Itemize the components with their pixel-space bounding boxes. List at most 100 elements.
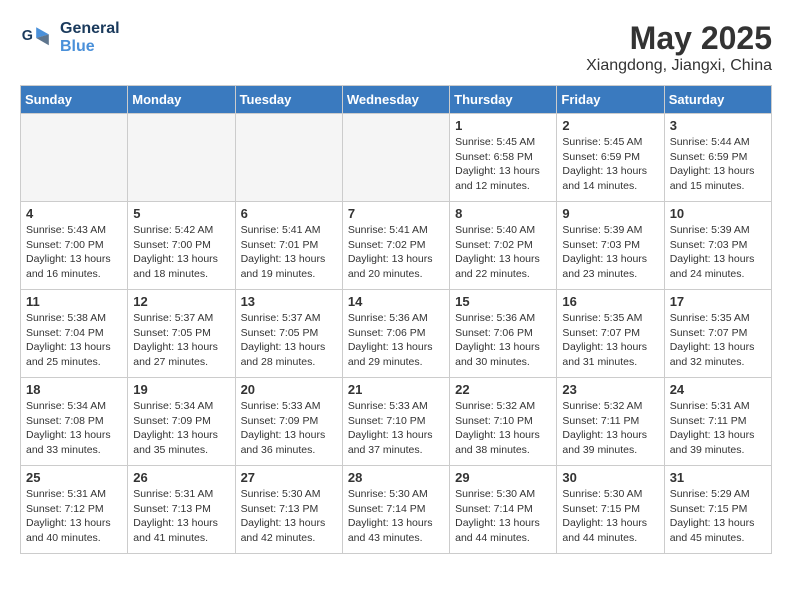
svg-text:G: G bbox=[22, 28, 33, 44]
day-number: 8 bbox=[455, 206, 551, 221]
day-number: 2 bbox=[562, 118, 658, 133]
calendar-cell: 19 Sunrise: 5:34 AM Sunset: 7:09 PM Dayli… bbox=[128, 378, 235, 466]
day-info: Sunrise: 5:39 AM Sunset: 7:03 PM Dayligh… bbox=[562, 223, 658, 282]
weekday-header-row: SundayMondayTuesdayWednesdayThursdayFrid… bbox=[21, 86, 772, 114]
calendar-cell: 18 Sunrise: 5:34 AM Sunset: 7:08 PM Dayli… bbox=[21, 378, 128, 466]
day-number: 5 bbox=[133, 206, 229, 221]
day-number: 18 bbox=[26, 382, 122, 397]
calendar-cell: 17 Sunrise: 5:35 AM Sunset: 7:07 PM Dayli… bbox=[664, 290, 771, 378]
day-info: Sunrise: 5:30 AM Sunset: 7:14 PM Dayligh… bbox=[455, 487, 551, 546]
calendar-cell: 23 Sunrise: 5:32 AM Sunset: 7:11 PM Dayli… bbox=[557, 378, 664, 466]
day-number: 24 bbox=[670, 382, 766, 397]
calendar-cell: 5 Sunrise: 5:42 AM Sunset: 7:00 PM Daylig… bbox=[128, 202, 235, 290]
location: Xiangdong, Jiangxi, China bbox=[586, 57, 772, 75]
logo-blue: Blue bbox=[60, 38, 95, 55]
calendar-cell: 27Sunrise: 5:30 AM Sunset: 7:13 PM Dayli… bbox=[235, 466, 342, 554]
day-number: 10 bbox=[670, 206, 766, 221]
day-info: Sunrise: 5:29 AM Sunset: 7:15 PM Dayligh… bbox=[670, 487, 766, 546]
day-number: 4 bbox=[26, 206, 122, 221]
day-number: 27 bbox=[241, 470, 337, 485]
day-info: Sunrise: 5:44 AM Sunset: 6:59 PM Dayligh… bbox=[670, 135, 766, 194]
day-info: Sunrise: 5:32 AM Sunset: 7:11 PM Dayligh… bbox=[562, 399, 658, 458]
calendar-cell: 15 Sunrise: 5:36 AM Sunset: 7:06 PM Dayli… bbox=[450, 290, 557, 378]
calendar-cell: 16 Sunrise: 5:35 AM Sunset: 7:07 PM Dayli… bbox=[557, 290, 664, 378]
calendar-cell: 31 Sunrise: 5:29 AM Sunset: 7:15 PM Dayli… bbox=[664, 466, 771, 554]
day-info: Sunrise: 5:35 AM Sunset: 7:07 PM Dayligh… bbox=[670, 311, 766, 370]
day-number: 23 bbox=[562, 382, 658, 397]
logo-general: General bbox=[60, 20, 120, 37]
calendar-cell: 2Sunrise: 5:45 AM Sunset: 6:59 PM Daylig… bbox=[557, 114, 664, 202]
weekday-header-friday: Friday bbox=[557, 86, 664, 114]
calendar-cell: 26Sunrise: 5:31 AM Sunset: 7:13 PM Dayli… bbox=[128, 466, 235, 554]
day-number: 17 bbox=[670, 294, 766, 309]
calendar-cell: 6 Sunrise: 5:41 AM Sunset: 7:01 PM Daylig… bbox=[235, 202, 342, 290]
day-number: 6 bbox=[241, 206, 337, 221]
calendar-cell: 14 Sunrise: 5:36 AM Sunset: 7:06 PM Dayli… bbox=[342, 290, 449, 378]
day-number: 15 bbox=[455, 294, 551, 309]
weekday-header-sunday: Sunday bbox=[21, 86, 128, 114]
day-number: 1 bbox=[455, 118, 551, 133]
day-info: Sunrise: 5:34 AM Sunset: 7:08 PM Dayligh… bbox=[26, 399, 122, 458]
week-row-1: 1 Sunrise: 5:45 AM Sunset: 6:58 PM Daylig… bbox=[21, 114, 772, 202]
calendar-cell: 30 Sunrise: 5:30 AM Sunset: 7:15 PM Dayli… bbox=[557, 466, 664, 554]
calendar-cell: 8 Sunrise: 5:40 AM Sunset: 7:02 PM Daylig… bbox=[450, 202, 557, 290]
calendar-cell: 12 Sunrise: 5:37 AM Sunset: 7:05 PM Dayli… bbox=[128, 290, 235, 378]
day-number: 30 bbox=[562, 470, 658, 485]
week-row-5: 25 Sunrise: 5:31 AM Sunset: 7:12 PM Dayli… bbox=[21, 466, 772, 554]
day-number: 21 bbox=[348, 382, 444, 397]
day-info: Sunrise: 5:30 AM Sunset: 7:14 PM Dayligh… bbox=[348, 487, 444, 546]
calendar-cell: 7Sunrise: 5:41 AM Sunset: 7:02 PM Daylig… bbox=[342, 202, 449, 290]
calendar-cell bbox=[21, 114, 128, 202]
day-number: 7 bbox=[348, 206, 444, 221]
calendar-cell bbox=[128, 114, 235, 202]
day-number: 28 bbox=[348, 470, 444, 485]
day-number: 31 bbox=[670, 470, 766, 485]
day-number: 16 bbox=[562, 294, 658, 309]
week-row-4: 18 Sunrise: 5:34 AM Sunset: 7:08 PM Dayli… bbox=[21, 378, 772, 466]
calendar-cell: 11 Sunrise: 5:38 AM Sunset: 7:04 PM Dayli… bbox=[21, 290, 128, 378]
calendar-table: SundayMondayTuesdayWednesdayThursdayFrid… bbox=[20, 85, 772, 554]
day-number: 25 bbox=[26, 470, 122, 485]
day-info: Sunrise: 5:45 AM Sunset: 6:58 PM Dayligh… bbox=[455, 135, 551, 194]
day-number: 12 bbox=[133, 294, 229, 309]
weekday-header-monday: Monday bbox=[128, 86, 235, 114]
logo: G General Blue bbox=[20, 20, 120, 56]
day-info: Sunrise: 5:35 AM Sunset: 7:07 PM Dayligh… bbox=[562, 311, 658, 370]
day-info: Sunrise: 5:37 AM Sunset: 7:05 PM Dayligh… bbox=[133, 311, 229, 370]
day-info: Sunrise: 5:32 AM Sunset: 7:10 PM Dayligh… bbox=[455, 399, 551, 458]
day-info: Sunrise: 5:31 AM Sunset: 7:13 PM Dayligh… bbox=[133, 487, 229, 546]
calendar-cell: 28 Sunrise: 5:30 AM Sunset: 7:14 PM Dayli… bbox=[342, 466, 449, 554]
day-info: Sunrise: 5:38 AM Sunset: 7:04 PM Dayligh… bbox=[26, 311, 122, 370]
calendar-cell: 13Sunrise: 5:37 AM Sunset: 7:05 PM Dayli… bbox=[235, 290, 342, 378]
day-info: Sunrise: 5:36 AM Sunset: 7:06 PM Dayligh… bbox=[455, 311, 551, 370]
day-info: Sunrise: 5:33 AM Sunset: 7:09 PM Dayligh… bbox=[241, 399, 337, 458]
logo-text-block: General Blue bbox=[60, 20, 120, 55]
day-number: 3 bbox=[670, 118, 766, 133]
day-info: Sunrise: 5:40 AM Sunset: 7:02 PM Dayligh… bbox=[455, 223, 551, 282]
day-number: 13 bbox=[241, 294, 337, 309]
day-info: Sunrise: 5:31 AM Sunset: 7:12 PM Dayligh… bbox=[26, 487, 122, 546]
day-info: Sunrise: 5:41 AM Sunset: 7:01 PM Dayligh… bbox=[241, 223, 337, 282]
week-row-2: 4Sunrise: 5:43 AM Sunset: 7:00 PM Daylig… bbox=[21, 202, 772, 290]
day-info: Sunrise: 5:34 AM Sunset: 7:09 PM Dayligh… bbox=[133, 399, 229, 458]
day-number: 19 bbox=[133, 382, 229, 397]
calendar-cell: 3 Sunrise: 5:44 AM Sunset: 6:59 PM Daylig… bbox=[664, 114, 771, 202]
day-info: Sunrise: 5:42 AM Sunset: 7:00 PM Dayligh… bbox=[133, 223, 229, 282]
calendar-cell: 10Sunrise: 5:39 AM Sunset: 7:03 PM Dayli… bbox=[664, 202, 771, 290]
day-number: 11 bbox=[26, 294, 122, 309]
calendar-cell bbox=[235, 114, 342, 202]
day-info: Sunrise: 5:36 AM Sunset: 7:06 PM Dayligh… bbox=[348, 311, 444, 370]
day-number: 29 bbox=[455, 470, 551, 485]
weekday-header-wednesday: Wednesday bbox=[342, 86, 449, 114]
calendar-cell: 29 Sunrise: 5:30 AM Sunset: 7:14 PM Dayli… bbox=[450, 466, 557, 554]
calendar-cell: 9 Sunrise: 5:39 AM Sunset: 7:03 PM Daylig… bbox=[557, 202, 664, 290]
day-info: Sunrise: 5:30 AM Sunset: 7:15 PM Dayligh… bbox=[562, 487, 658, 546]
calendar-cell: 25 Sunrise: 5:31 AM Sunset: 7:12 PM Dayli… bbox=[21, 466, 128, 554]
logo-icon: G bbox=[20, 20, 56, 56]
title-block: May 2025 Xiangdong, Jiangxi, China bbox=[586, 20, 772, 75]
day-number: 9 bbox=[562, 206, 658, 221]
calendar-cell: 22Sunrise: 5:32 AM Sunset: 7:10 PM Dayli… bbox=[450, 378, 557, 466]
calendar-cell: 21Sunrise: 5:33 AM Sunset: 7:10 PM Dayli… bbox=[342, 378, 449, 466]
day-number: 14 bbox=[348, 294, 444, 309]
weekday-header-tuesday: Tuesday bbox=[235, 86, 342, 114]
